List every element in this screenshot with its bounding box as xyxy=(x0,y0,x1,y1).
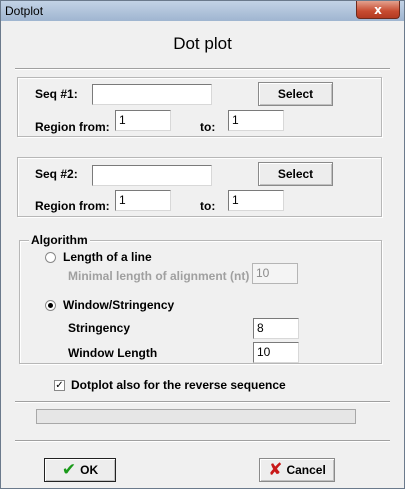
close-button[interactable]: x xyxy=(356,1,400,19)
seq2-input[interactable] xyxy=(92,165,212,186)
cancel-button[interactable]: ✘ Cancel xyxy=(259,458,335,482)
ok-button[interactable]: ✔ OK xyxy=(44,458,116,482)
min-length-label: Minimal length of alignment (nt) xyxy=(68,269,250,283)
title-bar[interactable]: Dotplot x xyxy=(1,1,404,21)
reverse-divider xyxy=(15,401,390,403)
window-stringency-radio[interactable] xyxy=(45,300,56,311)
length-of-line-label[interactable]: Length of a line xyxy=(63,250,152,264)
window-length-input[interactable]: 10 xyxy=(253,342,299,363)
seq1-select-button[interactable]: Select xyxy=(258,82,333,106)
seq2-to-input[interactable]: 1 xyxy=(228,190,284,211)
reverse-checkbox[interactable]: ✓ xyxy=(54,380,65,391)
window-length-label: Window Length xyxy=(68,346,158,360)
seq2-region-from-input[interactable]: 1 xyxy=(115,190,171,211)
window-stringency-label[interactable]: Window/Stringency xyxy=(63,298,174,312)
seq1-region-from-label: Region from: xyxy=(35,120,110,134)
buttons-divider xyxy=(15,440,390,442)
seq2-label: Seq #2: xyxy=(35,167,78,181)
stringency-input[interactable]: 8 xyxy=(253,318,299,339)
seq1-input[interactable] xyxy=(92,84,212,105)
dialog-client: Dot plot Seq #1: Select Region from: 1 t… xyxy=(5,21,400,486)
dotplot-window: Dotplot x Dot plot Seq #1: Select Region… xyxy=(0,0,405,489)
window-title: Dotplot xyxy=(5,4,44,18)
seq1-to-label: to: xyxy=(200,120,216,134)
seq1-label: Seq #1: xyxy=(35,87,78,101)
cancel-x-icon: ✘ xyxy=(268,460,283,480)
dialog-heading: Dot plot xyxy=(173,34,232,53)
seq2-select-button[interactable]: Select xyxy=(258,162,333,186)
check-icon: ✓ xyxy=(55,379,64,391)
close-icon: x xyxy=(374,2,382,17)
min-length-input[interactable]: 10 xyxy=(252,263,298,284)
stringency-label: Stringency xyxy=(68,321,131,335)
cancel-label: Cancel xyxy=(286,463,326,477)
progress-bar xyxy=(36,409,356,424)
heading-divider xyxy=(15,68,390,70)
seq1-to-input[interactable]: 1 xyxy=(228,110,284,131)
algorithm-legend: Algorithm xyxy=(29,233,90,247)
ok-label: OK xyxy=(80,463,99,477)
seq2-to-label: to: xyxy=(200,199,216,213)
reverse-label[interactable]: Dotplot also for the reverse sequence xyxy=(71,378,286,392)
seq1-region-from-input[interactable]: 1 xyxy=(115,110,171,131)
length-of-line-radio[interactable] xyxy=(45,252,56,263)
ok-check-icon: ✔ xyxy=(61,460,77,480)
seq2-region-from-label: Region from: xyxy=(35,199,110,213)
